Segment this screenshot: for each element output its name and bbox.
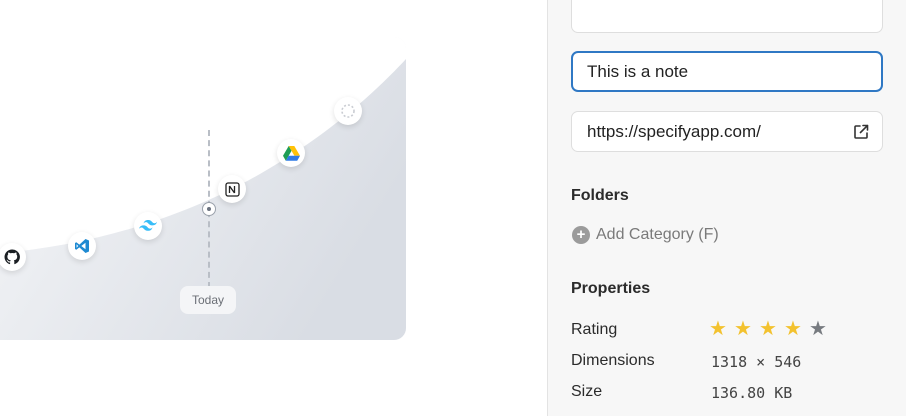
url-text: https://specifyapp.com/ (587, 122, 761, 141)
inspector-sidebar: This is a note https://specifyapp.com/ F… (547, 0, 906, 416)
google-drive-icon (277, 139, 305, 167)
vscode-icon (68, 232, 96, 260)
folders-heading: Folders (571, 187, 629, 204)
star-icon[interactable]: ★ (759, 318, 784, 340)
properties-heading: Properties (571, 280, 651, 297)
open-external-link-icon[interactable] (852, 123, 870, 141)
add-category-label: Add Category (F) (596, 226, 719, 243)
size-label: Size (571, 383, 603, 400)
note-field[interactable]: This is a note (571, 51, 883, 92)
plus-circle-icon: + (572, 226, 590, 244)
url-field[interactable]: https://specifyapp.com/ (571, 111, 883, 152)
add-category-button[interactable]: + Add Category (F) (572, 226, 719, 244)
dimensions-value: 1318 × 546 (711, 353, 802, 371)
dimensions-label: Dimensions (571, 352, 655, 369)
name-field[interactable] (571, 0, 883, 33)
notion-icon (218, 175, 246, 203)
today-label: Today (180, 286, 236, 314)
star-icon[interactable]: ★ (809, 318, 834, 340)
image-preview-area: Today (0, 0, 547, 416)
size-value: 136.80 KB (711, 384, 793, 402)
loading-spinner-icon (334, 97, 362, 125)
star-icon[interactable]: ★ (784, 318, 809, 340)
today-marker-dot (202, 202, 216, 216)
tailwind-icon (134, 212, 162, 240)
star-icon[interactable]: ★ (734, 318, 759, 340)
rating-stars[interactable]: ★ ★ ★ ★ ★ (709, 318, 834, 340)
star-icon[interactable]: ★ (709, 318, 734, 340)
rating-label: Rating (571, 321, 618, 338)
